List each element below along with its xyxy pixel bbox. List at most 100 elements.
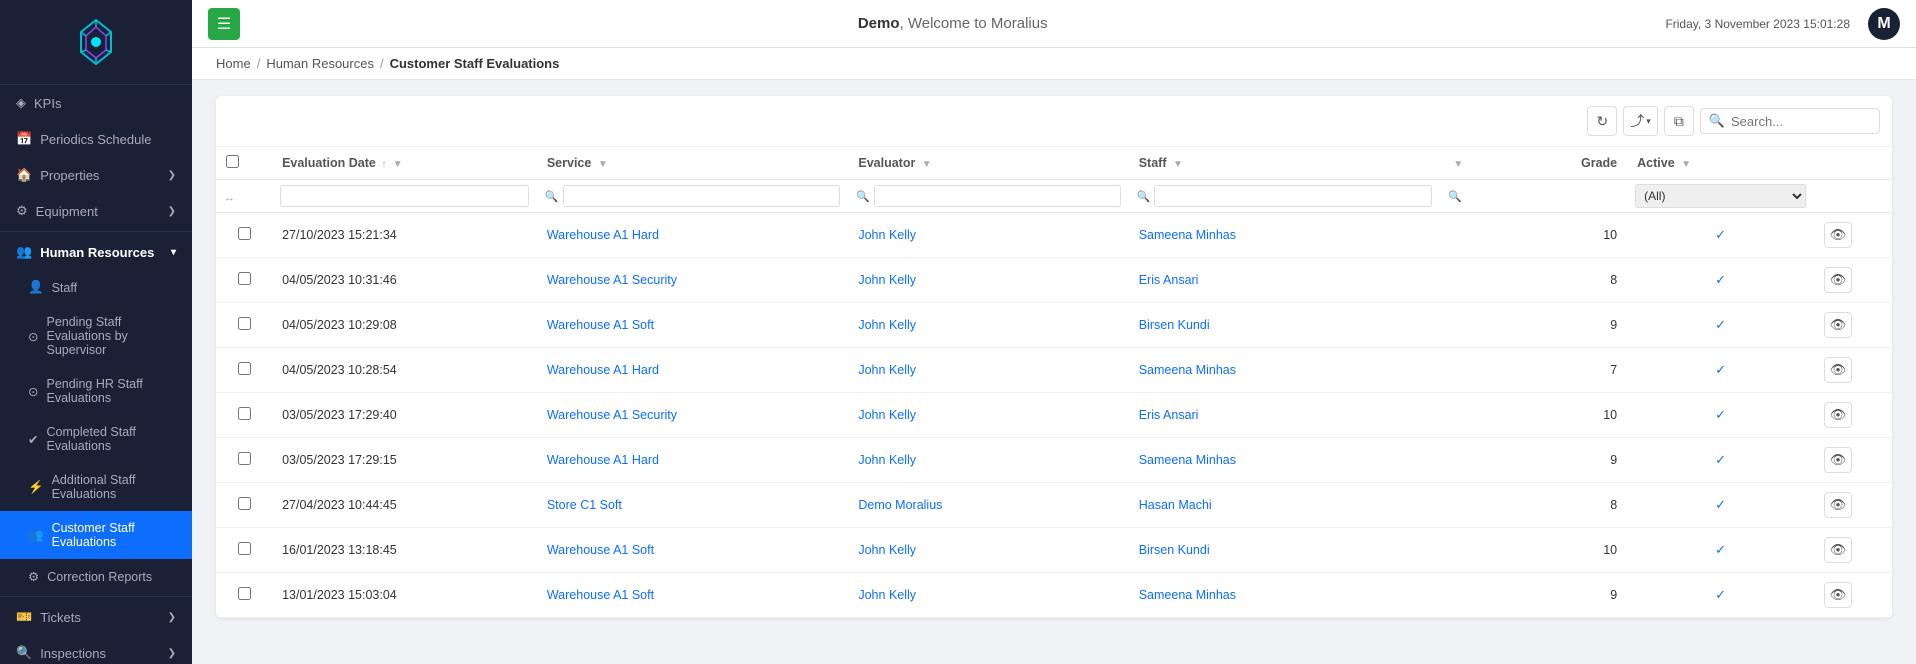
service-link[interactable]: Warehouse A1 Hard	[547, 363, 659, 377]
evaluator-link[interactable]: John Kelly	[858, 453, 916, 467]
row-checkbox[interactable]	[238, 587, 251, 600]
row-flag	[1440, 483, 1502, 528]
row-checkbox[interactable]	[238, 497, 251, 510]
evaluator-link[interactable]: John Kelly	[858, 273, 916, 287]
export-button[interactable]: ⤴ ▾	[1623, 106, 1658, 136]
th-evaluation-date: Evaluation Date ↑ ▼	[272, 147, 537, 180]
row-active: ✓	[1627, 573, 1814, 618]
staff-link[interactable]: Birsen Kundi	[1139, 318, 1210, 332]
filter-icon[interactable]: ▼	[1681, 159, 1691, 170]
row-service: Store C1 Soft	[537, 483, 849, 528]
filter-staff-input[interactable]	[1154, 185, 1432, 207]
row-checkbox[interactable]	[238, 452, 251, 465]
service-link[interactable]: Warehouse A1 Security	[547, 273, 677, 287]
row-staff: Birsen Kundi	[1129, 303, 1441, 348]
sidebar-item-pending-hr[interactable]: ⊙ Pending HR Staff Evaluations	[0, 367, 192, 415]
filter-icon[interactable]: ▼	[598, 159, 608, 170]
service-link[interactable]: Warehouse A1 Security	[547, 408, 677, 422]
evaluator-link[interactable]: John Kelly	[858, 543, 916, 557]
row-service: Warehouse A1 Security	[537, 258, 849, 303]
sidebar-item-hr[interactable]: 👥 Human Resources ▾	[0, 234, 192, 270]
filter-service-cell: 🔍	[537, 180, 849, 213]
filter-date-input[interactable]	[280, 185, 529, 207]
view-button[interactable]: 👁	[1824, 267, 1852, 293]
view-button[interactable]: 👁	[1824, 222, 1852, 248]
staff-link[interactable]: Eris Ansari	[1139, 273, 1199, 287]
sidebar-item-correction[interactable]: ⚙ Correction Reports	[0, 559, 192, 594]
row-checkbox[interactable]	[238, 542, 251, 555]
row-actions: 👁	[1814, 438, 1892, 483]
row-checkbox[interactable]	[238, 362, 251, 375]
sidebar-item-equipment[interactable]: ⚙ Equipment ❯	[0, 193, 192, 229]
filter-service-input[interactable]	[563, 185, 841, 207]
row-checkbox[interactable]	[238, 227, 251, 240]
row-checkbox[interactable]	[238, 407, 251, 420]
staff-link[interactable]: Birsen Kundi	[1139, 543, 1210, 557]
evaluator-link[interactable]: John Kelly	[858, 228, 916, 242]
sidebar-item-staff[interactable]: 👤 Staff	[0, 270, 192, 305]
sidebar-item-customer[interactable]: 👥 Customer Staff Evaluations	[0, 511, 192, 559]
sidebar-item-tickets[interactable]: 🎫 Tickets ❯	[0, 599, 192, 635]
table-filter-row: ↔ 🔍 🔍	[216, 180, 1892, 213]
service-link[interactable]: Warehouse A1 Hard	[547, 453, 659, 467]
sidebar-item-completed[interactable]: ✔ Completed Staff Evaluations	[0, 415, 192, 463]
filter-icon[interactable]: ▼	[393, 159, 403, 170]
view-button[interactable]: 👁	[1824, 582, 1852, 608]
staff-link[interactable]: Sameena Minhas	[1139, 228, 1236, 242]
copy-button[interactable]: ⧉	[1664, 106, 1694, 136]
filter-icon[interactable]: ▼	[1173, 159, 1183, 170]
staff-link[interactable]: Eris Ansari	[1139, 408, 1199, 422]
sidebar-item-periodics[interactable]: 📅 Periodics Schedule	[0, 121, 192, 157]
breadcrumb-home[interactable]: Home	[216, 56, 251, 71]
main-content: ↻ ⤴ ▾ ⧉ 🔍	[192, 80, 1916, 664]
select-all-checkbox[interactable]	[226, 155, 239, 168]
row-staff: Eris Ansari	[1129, 393, 1441, 438]
view-button[interactable]: 👁	[1824, 447, 1852, 473]
breadcrumb-section[interactable]: Human Resources	[266, 56, 374, 71]
sidebar-item-additional[interactable]: ⚡ Additional Staff Evaluations	[0, 463, 192, 511]
row-active: ✓	[1627, 393, 1814, 438]
table-row: 16/01/2023 13:18:45 Warehouse A1 Soft Jo…	[216, 528, 1892, 573]
staff-link[interactable]: Sameena Minhas	[1139, 453, 1236, 467]
service-link[interactable]: Warehouse A1 Soft	[547, 588, 654, 602]
staff-link[interactable]: Sameena Minhas	[1139, 363, 1236, 377]
pending-icon: ⊙	[28, 329, 38, 344]
row-flag	[1440, 393, 1502, 438]
filter-evaluator-input[interactable]	[874, 185, 1121, 207]
evaluator-link[interactable]: John Kelly	[858, 408, 916, 422]
view-button[interactable]: 👁	[1824, 537, 1852, 563]
row-checkbox[interactable]	[238, 272, 251, 285]
view-button[interactable]: 👁	[1824, 357, 1852, 383]
staff-link[interactable]: Sameena Minhas	[1139, 588, 1236, 602]
evaluator-link[interactable]: Demo Moralius	[858, 498, 942, 512]
menu-toggle-button[interactable]: ☰	[208, 8, 240, 40]
sidebar-item-label: Customer Staff Evaluations	[52, 521, 176, 549]
filter-icon[interactable]: ▼	[1453, 159, 1463, 170]
row-grade: 10	[1503, 393, 1628, 438]
sidebar-item-pending-supervisor[interactable]: ⊙ Pending Staff Evaluations by Superviso…	[0, 305, 192, 367]
view-button[interactable]: 👁	[1824, 492, 1852, 518]
sidebar-item-kpis[interactable]: ◈ KPIs	[0, 85, 192, 121]
filter-date-cell	[272, 180, 537, 213]
service-link[interactable]: Warehouse A1 Hard	[547, 228, 659, 242]
refresh-button[interactable]: ↻	[1587, 106, 1617, 136]
active-check: ✓	[1715, 497, 1726, 512]
evaluator-link[interactable]: John Kelly	[858, 363, 916, 377]
row-checkbox[interactable]	[238, 317, 251, 330]
sidebar-item-inspections[interactable]: 🔍 Inspections ❯	[0, 635, 192, 664]
row-active: ✓	[1627, 303, 1814, 348]
filter-active-select[interactable]: (All) Yes No	[1635, 184, 1806, 208]
avatar[interactable]: M	[1868, 8, 1900, 40]
view-button[interactable]: 👁	[1824, 312, 1852, 338]
service-link[interactable]: Store C1 Soft	[547, 498, 622, 512]
service-link[interactable]: Warehouse A1 Soft	[547, 318, 654, 332]
view-button[interactable]: 👁	[1824, 402, 1852, 428]
evaluator-link[interactable]: John Kelly	[858, 588, 916, 602]
row-date: 03/05/2023 17:29:15	[272, 438, 537, 483]
search-input[interactable]	[1731, 114, 1871, 129]
staff-link[interactable]: Hasan Machi	[1139, 498, 1212, 512]
filter-icon[interactable]: ▼	[922, 159, 932, 170]
evaluator-link[interactable]: John Kelly	[858, 318, 916, 332]
service-link[interactable]: Warehouse A1 Soft	[547, 543, 654, 557]
sidebar-item-properties[interactable]: 🏠 Properties ❯	[0, 157, 192, 193]
